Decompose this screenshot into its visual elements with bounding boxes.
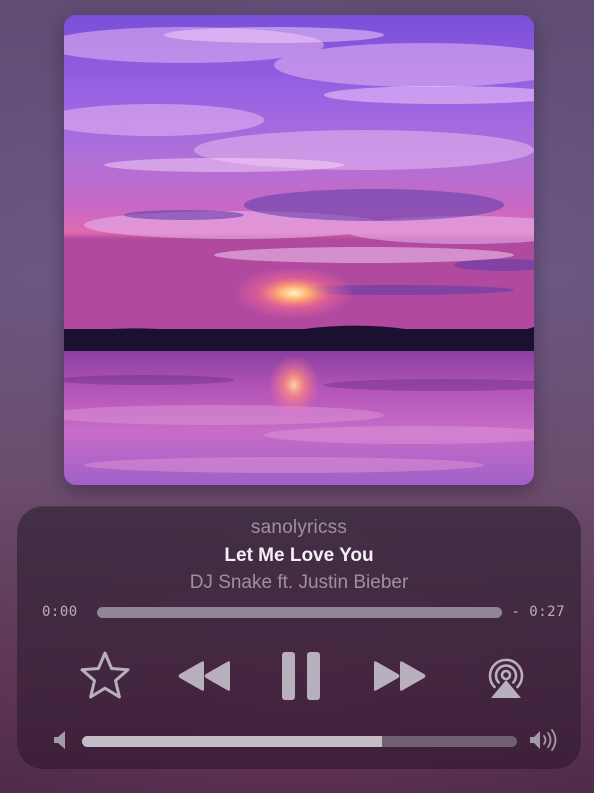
pause-icon: [282, 652, 320, 700]
track-info: sanolyricss Let Me Love You DJ Snake ft.…: [17, 516, 581, 596]
elapsed-time: 0:00: [42, 604, 78, 620]
volume-slider[interactable]: [82, 736, 517, 747]
pause-button[interactable]: [275, 647, 327, 705]
star-outline-icon: [80, 651, 130, 699]
artist-name[interactable]: DJ Snake ft. Justin Bieber: [17, 570, 581, 596]
fast-forward-button[interactable]: [367, 651, 431, 701]
fast-forward-icon: [374, 661, 426, 691]
sunset-lake-image: [64, 15, 534, 485]
album-artwork: [64, 15, 534, 485]
volume-low-icon: [51, 728, 71, 752]
volume-fill: [82, 736, 383, 747]
airplay-button[interactable]: [480, 649, 532, 705]
song-title: Let Me Love You: [224, 545, 374, 566]
rewind-button[interactable]: [173, 651, 237, 701]
favorite-button[interactable]: [77, 648, 133, 704]
progress-scrubber[interactable]: [97, 607, 502, 618]
volume-high-icon: [528, 728, 562, 752]
airplay-icon: [488, 658, 524, 698]
rewind-icon: [178, 661, 230, 691]
account-name[interactable]: sanolyricss: [17, 516, 581, 540]
remaining-time: - 0:27: [511, 604, 565, 620]
player-panel: sanolyricss Let Me Love You DJ Snake ft.…: [17, 506, 581, 769]
